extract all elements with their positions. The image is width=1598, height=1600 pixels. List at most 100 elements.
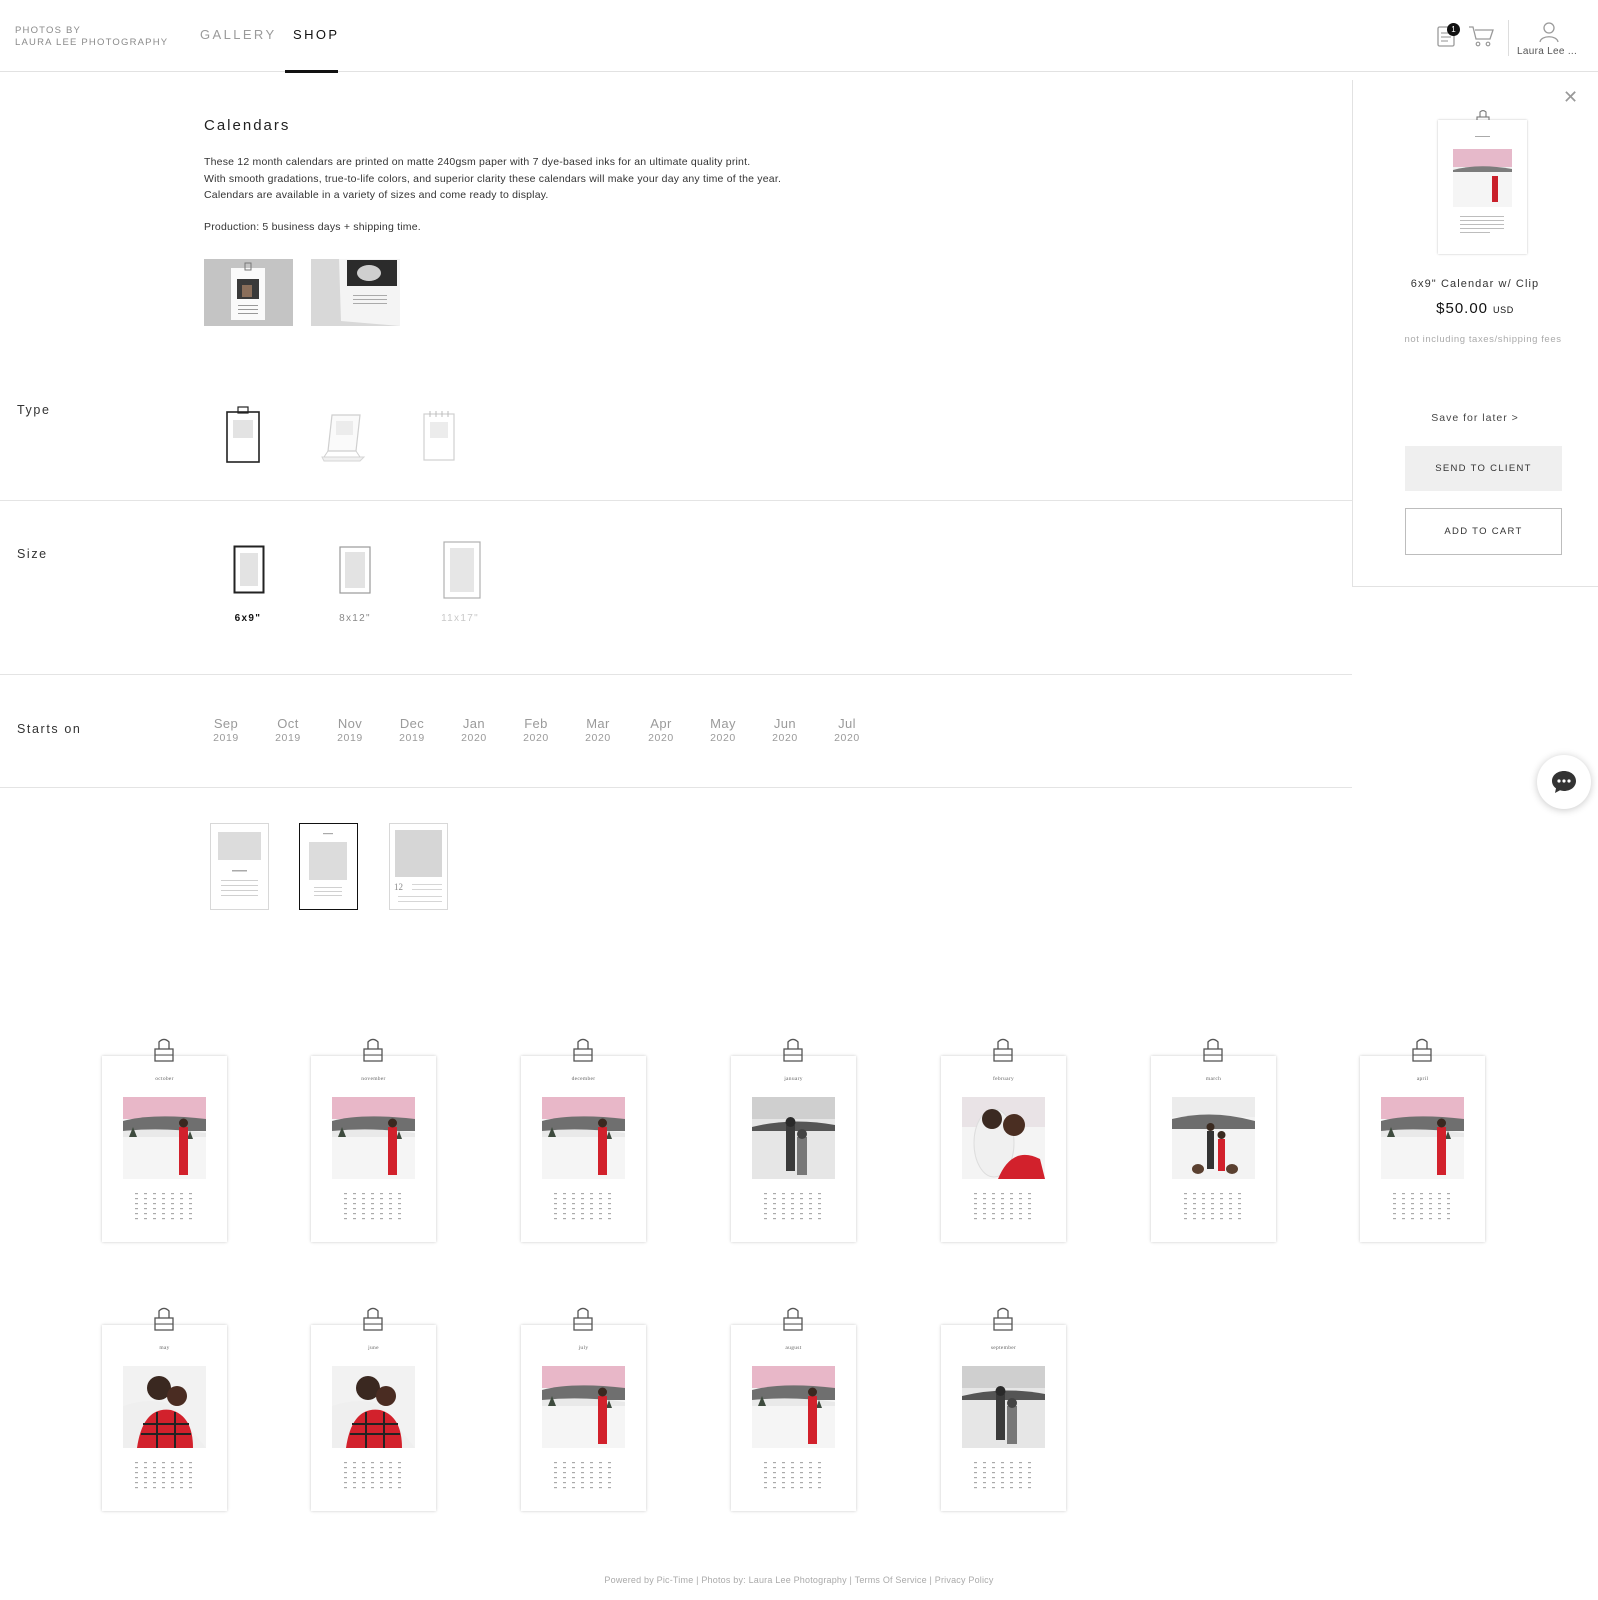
size-label-8x12[interactable]: 8x12" (325, 613, 385, 624)
calendar-page-card[interactable]: april (1360, 1038, 1485, 1242)
binder-clip-icon (572, 1306, 594, 1337)
calendar-page-card[interactable]: march (1151, 1038, 1276, 1242)
size-label-11x17[interactable]: 11x17" (430, 613, 490, 624)
month-option-may-2020[interactable]: May 2020 (696, 716, 750, 744)
size-option-6x9[interactable] (233, 545, 265, 594)
size-option-8x12[interactable] (339, 546, 371, 594)
calendar-photo (752, 1366, 835, 1448)
style-option-1[interactable] (210, 823, 269, 910)
month-name: Jan (462, 716, 486, 731)
month-name: Oct (277, 716, 299, 731)
product-thumbnail-clip[interactable] (204, 259, 293, 326)
chat-bubble-icon (1552, 771, 1576, 793)
binder-clip-icon (362, 1037, 384, 1068)
calendar-page-card[interactable]: september (941, 1307, 1066, 1511)
calendar-photo (123, 1097, 206, 1179)
description-line: With smooth gradations, true-to-life col… (204, 172, 782, 185)
panel-calendar-preview (1438, 120, 1527, 254)
month-option-jun-2020[interactable]: Jun 2020 (758, 716, 812, 744)
description-line: Calendars are available in a variety of … (204, 189, 549, 201)
section-divider (0, 674, 1352, 675)
price-value: $50.00 (1436, 300, 1489, 317)
type-option-clip[interactable] (224, 406, 262, 464)
month-year: 2020 (772, 732, 798, 744)
binder-clip-icon (572, 1037, 594, 1068)
style-option-2[interactable] (299, 823, 358, 910)
product-thumbnail-desk[interactable] (311, 259, 400, 326)
calendar-page-card[interactable]: may (102, 1307, 227, 1511)
month-option-jan-2020[interactable]: Jan 2020 (447, 716, 501, 744)
month-option-nov-2019[interactable]: Nov 2019 (323, 716, 377, 744)
add-to-cart-button[interactable]: ADD TO CART (1405, 508, 1562, 555)
month-name: Apr (650, 716, 672, 731)
calendar-page-card[interactable]: august (731, 1307, 856, 1511)
calendar-page-card[interactable]: february (941, 1038, 1066, 1242)
month-year: 2019 (399, 732, 425, 744)
save-for-later-link[interactable]: Save for later > (1352, 412, 1598, 424)
binder-clip-icon (782, 1306, 804, 1337)
close-icon[interactable]: ✕ (1563, 88, 1578, 106)
calendar-photo (542, 1366, 625, 1448)
calendar-photo (1381, 1097, 1464, 1179)
user-name[interactable]: Laura Lee ... (1517, 46, 1577, 57)
calendar-page-card[interactable]: january (731, 1038, 856, 1242)
binder-clip-icon (1202, 1037, 1224, 1068)
calendar-month-name: december (571, 1076, 596, 1082)
month-year: 2020 (585, 732, 611, 744)
month-option-feb-2020[interactable]: Feb 2020 (509, 716, 563, 744)
tab-shop[interactable]: SHOP (293, 27, 339, 42)
calendar-month-name: june (368, 1345, 379, 1351)
calendar-date-grid (344, 1462, 404, 1492)
month-name: Jun (773, 716, 797, 731)
month-option-sep-2019[interactable]: Sep 2019 (199, 716, 253, 744)
binder-clip-icon (153, 1306, 175, 1337)
type-option-desk[interactable] (320, 413, 366, 463)
month-year: 2020 (461, 732, 487, 744)
section-divider (0, 500, 1352, 501)
cart-icon[interactable] (1468, 24, 1496, 48)
size-option-11x17[interactable] (443, 541, 481, 599)
header-divider (1508, 20, 1509, 56)
month-option-oct-2019[interactable]: Oct 2019 (261, 716, 315, 744)
size-label-6x9[interactable]: 6x9" (218, 613, 278, 624)
style-option-3[interactable]: 12 (389, 823, 448, 910)
type-option-wall[interactable] (422, 410, 456, 462)
calendar-date-grid (764, 1462, 824, 1492)
month-name: Dec (399, 716, 425, 731)
month-option-apr-2020[interactable]: Apr 2020 (634, 716, 688, 744)
calendar-date-grid (974, 1462, 1034, 1492)
brand-line-1: PHOTOS BY (15, 25, 82, 36)
calendar-photo (123, 1366, 206, 1448)
calendar-month-name: march (1205, 1076, 1222, 1082)
month-year: 2019 (275, 732, 301, 744)
month-year: 2020 (523, 732, 549, 744)
month-option-jul-2020[interactable]: Jul 2020 (820, 716, 874, 744)
binder-clip-icon (362, 1306, 384, 1337)
active-tab-indicator (285, 70, 338, 73)
calendar-month-name: november (361, 1076, 386, 1082)
calendar-page-card[interactable]: july (521, 1307, 646, 1511)
notification-badge: 1 (1447, 23, 1460, 36)
calendar-page-card[interactable]: november (311, 1038, 436, 1242)
calendar-page-card[interactable]: june (311, 1307, 436, 1511)
calendar-month-name: august (785, 1345, 802, 1351)
month-name: May (710, 716, 736, 731)
month-option-mar-2020[interactable]: Mar 2020 (571, 716, 625, 744)
month-option-dec-2019[interactable]: Dec 2019 (385, 716, 439, 744)
calendar-date-grid (1393, 1193, 1453, 1223)
product-description: These 12 month calendars are printed on … (204, 154, 904, 204)
user-icon[interactable] (1538, 20, 1560, 44)
send-to-client-button[interactable]: SEND TO CLIENT (1405, 446, 1562, 491)
calendar-photo (332, 1366, 415, 1448)
calendar-date-grid (974, 1193, 1034, 1223)
calendar-month-name: july (578, 1345, 589, 1351)
price-note: not including taxes/shipping fees (1404, 334, 1562, 345)
type-label: Type (17, 403, 51, 417)
brand-logo[interactable]: PHOTOS BY LAURA LEE PHOTOGRAPHY (15, 25, 168, 49)
calendar-month-name: february (992, 1076, 1015, 1082)
tab-gallery[interactable]: GALLERY (200, 27, 277, 42)
calendar-page-card[interactable]: december (521, 1038, 646, 1242)
chat-button[interactable] (1537, 755, 1591, 809)
calendar-page-card[interactable]: october (102, 1038, 227, 1242)
month-year: 2020 (834, 732, 860, 744)
